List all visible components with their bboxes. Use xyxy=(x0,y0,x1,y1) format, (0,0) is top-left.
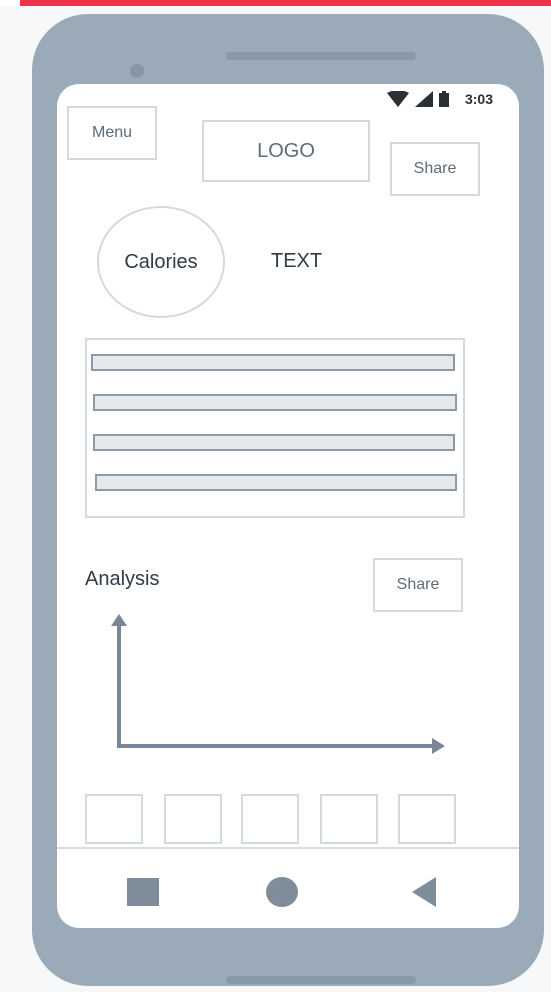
thumbnail-item[interactable] xyxy=(320,794,378,844)
home-circle-icon[interactable] xyxy=(266,877,298,907)
menu-button-label: Menu xyxy=(91,124,133,141)
logo-placeholder: LOGO xyxy=(202,120,370,182)
calories-label: Calories xyxy=(124,250,198,273)
thumbnail-item[interactable] xyxy=(241,794,299,844)
list-item[interactable] xyxy=(93,394,457,411)
recents-square-icon[interactable] xyxy=(127,878,159,906)
y-axis-arrow-icon xyxy=(111,614,127,626)
top-speaker xyxy=(226,52,416,60)
share-button-analysis-label: Share xyxy=(396,576,440,593)
camera-icon xyxy=(130,64,144,78)
summary-text: TEXT xyxy=(271,250,323,272)
nav-divider xyxy=(57,847,519,849)
list-item[interactable] xyxy=(91,354,455,371)
analysis-title: Analysis xyxy=(85,568,160,590)
calories-circle[interactable]: Calories xyxy=(97,206,225,318)
wifi-icon xyxy=(386,91,409,107)
status-time: 3:03 xyxy=(464,91,493,107)
back-triangle-icon[interactable] xyxy=(412,877,436,907)
menu-button[interactable]: Menu xyxy=(67,106,157,160)
thumbnail-item[interactable] xyxy=(164,794,222,844)
list-item[interactable] xyxy=(93,434,455,451)
thumbnail-item[interactable] xyxy=(398,794,456,844)
bottom-speaker xyxy=(226,976,416,984)
share-button-header-label: Share xyxy=(413,160,457,177)
battery-icon xyxy=(438,91,449,107)
signal-icon xyxy=(414,91,433,107)
status-bar: 3:03 xyxy=(386,90,493,108)
thumbnail-item[interactable] xyxy=(85,794,143,844)
list-card xyxy=(85,338,465,518)
list-item[interactable] xyxy=(95,474,457,491)
share-button-analysis[interactable]: Share xyxy=(373,558,463,612)
phone-screen: 3:03 Menu LOGO Share Calories TEXT Analy… xyxy=(57,84,519,928)
chart-axes xyxy=(111,614,445,754)
share-button-header[interactable]: Share xyxy=(390,142,480,196)
logo-label: LOGO xyxy=(257,139,315,162)
x-axis-arrow-icon xyxy=(432,738,445,754)
